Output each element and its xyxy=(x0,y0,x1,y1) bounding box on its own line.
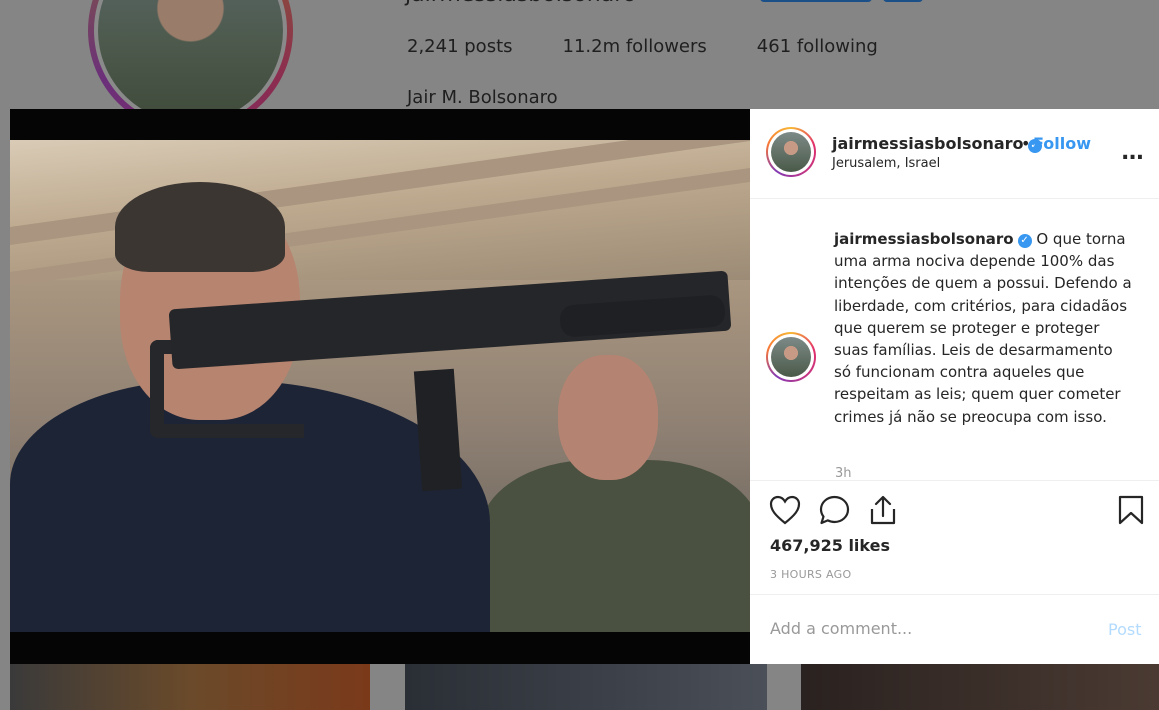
bookmark-icon[interactable] xyxy=(1117,494,1145,526)
profile-dropdown-button[interactable] xyxy=(883,0,923,2)
post-comment-button[interactable]: Post xyxy=(1108,620,1141,639)
more-options-icon[interactable]: ... xyxy=(1121,140,1144,165)
likes-count[interactable]: 467,925 likes xyxy=(770,536,890,555)
post-author-username-row[interactable]: jairmessiasbolsonaro ✓ xyxy=(832,134,1042,153)
verified-badge-icon: ✓ xyxy=(1017,234,1032,248)
comment-divider xyxy=(750,594,1159,595)
comment-icon[interactable] xyxy=(818,494,851,526)
profile-stats: 2,241 posts 11.2m followers 461 followin… xyxy=(407,36,878,57)
grid-post-thumbnail[interactable] xyxy=(405,664,767,710)
header-divider xyxy=(750,198,1159,199)
actions-divider xyxy=(750,480,1159,481)
share-icon[interactable] xyxy=(867,494,899,526)
post-location[interactable]: Jerusalem, Israel xyxy=(832,156,940,171)
post-image[interactable] xyxy=(10,140,750,632)
comment-input[interactable] xyxy=(770,619,1090,638)
profile-username: jairmessiasbolsonaro xyxy=(405,0,636,7)
caption-username[interactable]: jairmessiasbolsonaro xyxy=(834,230,1014,248)
profile-full-name: Jair M. Bolsonaro xyxy=(407,87,558,108)
heart-icon[interactable] xyxy=(769,495,801,525)
grid-post-thumbnail[interactable] xyxy=(801,664,1159,710)
post-author-username[interactable]: jairmessiasbolsonaro xyxy=(832,134,1024,153)
post-timestamp: 3 HOURS AGO xyxy=(770,568,852,581)
post-author-avatar[interactable] xyxy=(766,127,816,177)
caption-text: O que torna uma arma nociva depende 100%… xyxy=(834,230,1132,426)
following-count[interactable]: 461 following xyxy=(757,36,878,57)
follow-button[interactable]: Follow xyxy=(1033,134,1091,153)
caption-author-avatar[interactable] xyxy=(766,332,816,382)
post-caption: jairmessiasbolsonaro ✓ O que torna uma ar… xyxy=(834,228,1134,428)
followers-count[interactable]: 11.2m followers xyxy=(563,36,707,57)
header-separator: • xyxy=(1021,134,1031,153)
grid-post-thumbnail[interactable] xyxy=(10,664,370,710)
profile-follow-button[interactable] xyxy=(760,0,872,2)
posts-count: 2,241 posts xyxy=(407,36,513,57)
caption-timestamp: 3h xyxy=(835,466,852,478)
